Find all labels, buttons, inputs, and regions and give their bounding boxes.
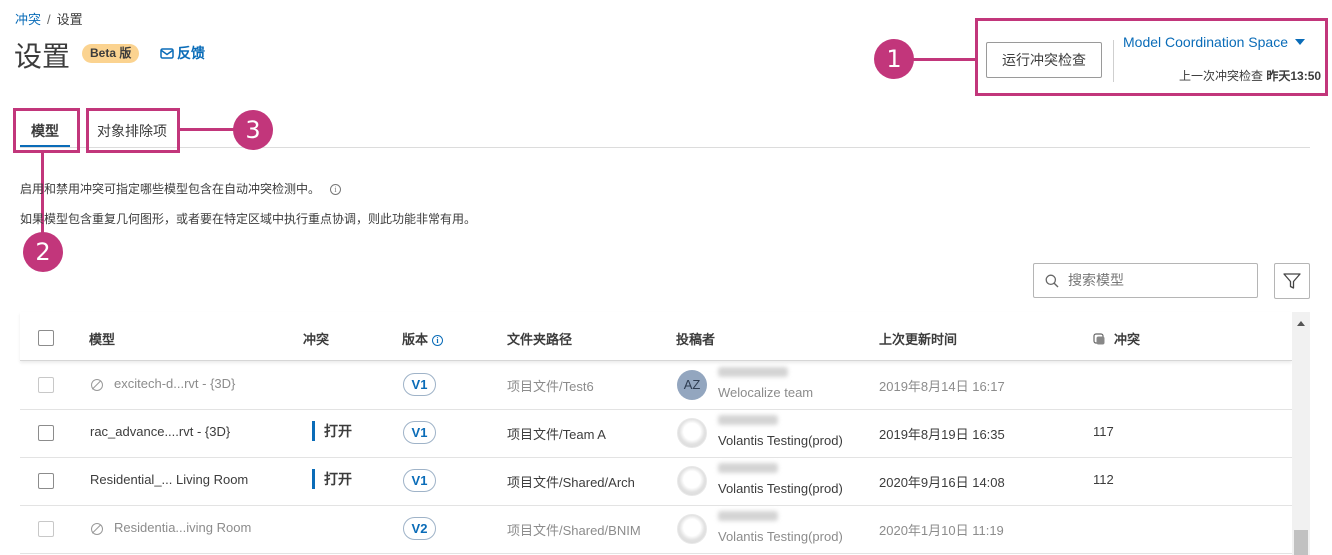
last-updated: 2020年9月16日 14:08: [879, 475, 1005, 490]
row-checkbox[interactable]: [38, 425, 54, 441]
row-checkbox[interactable]: [38, 377, 54, 393]
tabs-divider: [20, 147, 1310, 148]
row-checkbox[interactable]: [38, 473, 54, 489]
model-name[interactable]: excitech-d...rvt - {3D}: [114, 376, 235, 391]
last-updated: 2019年8月14日 16:17: [879, 379, 1005, 394]
model-name[interactable]: Residential_... Living Room: [90, 472, 248, 487]
avatar: [677, 418, 707, 448]
clash-status-label: 打开: [324, 424, 352, 440]
filter-icon: [1283, 273, 1301, 289]
table-row[interactable]: excitech-d...rvt - {3D} V1 项目文件/Test6 AZ…: [20, 362, 1292, 410]
scroll-thumb[interactable]: [1294, 530, 1308, 555]
search-icon: [1045, 274, 1059, 287]
breadcrumb-separator: /: [47, 12, 51, 27]
clash-count-icon: [1093, 333, 1105, 345]
beta-badge: Beta 版: [82, 44, 140, 63]
publisher-team: Volantis Testing(prod): [718, 481, 843, 496]
version-badge[interactable]: V1: [403, 421, 436, 444]
table-header: 模型 冲突 版本 i 文件夹路径 投稿者 上次更新时间 冲突: [20, 312, 1292, 361]
header-clash[interactable]: 冲突: [303, 329, 329, 348]
table-row[interactable]: Residential_... Living Room 打开 V1 项目文件/S…: [20, 458, 1292, 506]
last-updated: 2019年8月19日 16:35: [879, 427, 1005, 442]
clash-count: 112: [1093, 472, 1114, 487]
clash-status[interactable]: 打开: [312, 421, 352, 441]
scroll-up-icon[interactable]: [1297, 321, 1305, 326]
folder-path: 项目文件/Shared/Arch: [507, 475, 635, 490]
version-badge[interactable]: V2: [403, 517, 436, 540]
disabled-icon: [91, 523, 103, 535]
info-icon[interactable]: i: [330, 184, 342, 195]
header-version[interactable]: 版本 i: [402, 329, 444, 348]
description-text-1: 启用和禁用冲突可指定哪些模型包含在自动冲突检测中。: [20, 182, 321, 196]
publisher-team: Volantis Testing(prod): [718, 433, 843, 448]
table-row[interactable]: rac_advance....rvt - {3D} 打开 V1 项目文件/Tea…: [20, 410, 1292, 458]
clash-status[interactable]: 打开: [312, 469, 352, 489]
callout-line-3: [179, 128, 235, 131]
version-badge[interactable]: V1: [403, 469, 436, 492]
last-updated: 2020年1月10日 11:19: [879, 523, 1004, 538]
callout-marker-2: 2: [23, 232, 63, 272]
feedback-label: 反馈: [177, 45, 205, 61]
status-bar: [312, 469, 315, 489]
filter-button[interactable]: [1274, 263, 1310, 299]
highlight-box-2: [13, 108, 80, 153]
redacted-name: [718, 511, 778, 521]
publisher-team: Welocalize team: [718, 385, 814, 400]
version-badge[interactable]: V1: [403, 373, 436, 396]
description-line-1: 启用和禁用冲突可指定哪些模型包含在自动冲突检测中。 i: [20, 180, 342, 197]
feedback-link[interactable]: 反馈: [160, 43, 205, 63]
folder-path: 项目文件/Shared/BNIM: [507, 523, 641, 538]
select-all-checkbox[interactable]: [38, 330, 54, 346]
header-model[interactable]: 模型: [89, 329, 115, 348]
callout-line-1: [912, 58, 976, 61]
page-title: 设置: [14, 40, 71, 73]
table-row[interactable]: Residentia...iving Room V2 项目文件/Shared/B…: [20, 506, 1292, 554]
avatar: [677, 466, 707, 496]
header-last-updated[interactable]: 上次更新时间: [879, 329, 957, 348]
header-clash-count[interactable]: 冲突: [1093, 329, 1140, 348]
clash-count: 117: [1093, 424, 1114, 439]
callout-marker-3: 3: [233, 110, 273, 150]
redacted-name: [718, 463, 778, 473]
redacted-name: [718, 415, 778, 425]
mail-icon: [160, 47, 174, 59]
avatar: AZ: [677, 370, 707, 400]
version-info-icon[interactable]: i: [432, 335, 444, 346]
search-input[interactable]: [1068, 272, 1238, 289]
row-checkbox[interactable]: [38, 521, 54, 537]
breadcrumb-current: 设置: [56, 12, 83, 27]
header-folder-path[interactable]: 文件夹路径: [507, 329, 572, 348]
folder-path: 项目文件/Team A: [507, 427, 606, 442]
header-clash-count-label: 冲突: [1114, 333, 1141, 348]
folder-path: 项目文件/Test6: [507, 379, 594, 394]
header-version-label: 版本: [402, 333, 429, 348]
description-line-2: 如果模型包含重复几何图形，或者要在特定区域中执行重点协调，则此功能非常有用。: [20, 212, 477, 226]
callout-marker-1: 1: [874, 39, 914, 79]
highlight-box-1: [975, 18, 1328, 96]
avatar: [677, 514, 707, 544]
clash-status-label: 打开: [324, 472, 352, 488]
breadcrumb: 冲突 / 设置: [15, 9, 83, 28]
table-scrollbar[interactable]: [1292, 312, 1310, 555]
redacted-name: [718, 367, 788, 377]
model-name[interactable]: rac_advance....rvt - {3D}: [90, 424, 230, 439]
model-name[interactable]: Residentia...iving Room: [114, 520, 251, 535]
disabled-icon: [91, 379, 103, 391]
breadcrumb-clash-link[interactable]: 冲突: [15, 12, 41, 27]
highlight-box-3: [86, 108, 180, 153]
publisher-team: Volantis Testing(prod): [718, 529, 843, 544]
header-publisher[interactable]: 投稿者: [676, 329, 715, 348]
status-bar: [312, 421, 315, 441]
search-box[interactable]: [1033, 263, 1258, 298]
